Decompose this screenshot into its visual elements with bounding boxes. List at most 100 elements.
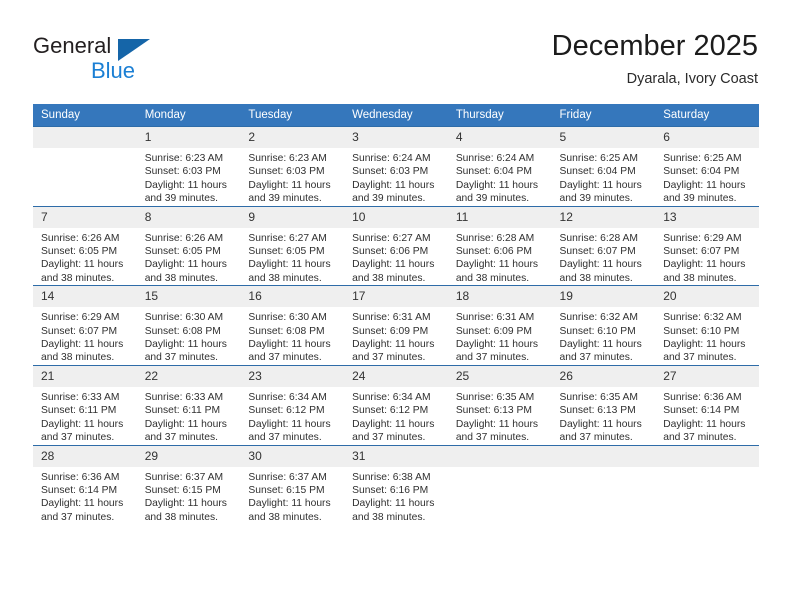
weekday-headers: Sunday Monday Tuesday Wednesday Thursday Frid…: [33, 104, 759, 127]
day-number: [655, 445, 759, 467]
sunset-time: Sunset: 6:10 PM: [663, 325, 740, 337]
calendar-day-cell[interactable]: 29 Sunrise: 6:37 AM Sunset: 6:15 PM Dayligh…: [136, 444, 241, 525]
location-subtitle: Dyarala, Ivory Coast: [626, 71, 758, 87]
sunset-time: Sunset: 6:06 PM: [455, 246, 532, 258]
sunset-time: Sunset: 6:09 PM: [352, 325, 429, 337]
day-details: Sunrise: 6:25 AM Sunset: 6:04 PM Daylight:…: [552, 148, 656, 206]
day-details: Sunrise: 6:26 AM Sunset: 6:05 PM Daylight:…: [33, 228, 137, 286]
daylight-duration: and 37 minutes.: [41, 432, 115, 444]
daylight-duration: Daylight: 11 hours: [559, 179, 642, 191]
sunrise-time: Sunrise: 6:34 AM: [248, 391, 327, 403]
calendar-day-cell[interactable]: 23 Sunrise: 6:34 AM Sunset: 6:12 PM Dayligh…: [240, 364, 345, 445]
calendar-day-cell[interactable]: 18 Sunrise: 6:31 AM Sunset: 6:09 PM Dayligh…: [447, 285, 552, 366]
calendar-day-cell[interactable]: 16 Sunrise: 6:30 AM Sunset: 6:08 PM Dayligh…: [240, 285, 345, 366]
calendar-day-cell[interactable]: 7 Sunrise: 6:26 AM Sunset: 6:05 PM Daylight…: [33, 205, 137, 286]
day-details: Sunrise: 6:23 AM Sunset: 6:03 PM Daylight:…: [240, 148, 344, 206]
daylight-duration: and 38 minutes.: [248, 272, 322, 284]
daylight-duration: Daylight: 11 hours: [352, 339, 435, 351]
calendar-day-cell[interactable]: 13 Sunrise: 6:29 AM Sunset: 6:07 PM Dayligh…: [655, 205, 759, 286]
calendar-week-row: 28 Sunrise: 6:36 AM Sunset: 6:14 PM Dayligh…: [33, 444, 759, 525]
day-number: 2: [240, 127, 345, 148]
day-number: 16: [240, 286, 345, 308]
daylight-duration: Daylight: 11 hours: [144, 259, 227, 271]
calendar-day-cell[interactable]: 3 Sunrise: 6:24 AM Sunset: 6:03 PM Daylight…: [344, 126, 448, 207]
calendar-day-cell[interactable]: 25 Sunrise: 6:35 AM Sunset: 6:13 PM Dayligh…: [447, 364, 552, 445]
daylight-duration: Daylight: 11 hours: [144, 418, 227, 430]
day-details: Sunrise: 6:36 AM Sunset: 6:14 PM Daylight:…: [655, 387, 759, 445]
sunrise-time: Sunrise: 6:33 AM: [41, 391, 120, 403]
page-title: December 2025: [551, 30, 758, 62]
calendar-day-cell[interactable]: 27 Sunrise: 6:36 AM Sunset: 6:14 PM Dayligh…: [655, 364, 759, 445]
calendar-day-cell[interactable]: 24 Sunrise: 6:34 AM Sunset: 6:12 PM Dayligh…: [344, 364, 448, 445]
sunrise-time: Sunrise: 6:31 AM: [352, 312, 431, 324]
sunset-time: Sunset: 6:12 PM: [352, 405, 429, 417]
calendar-day-cell[interactable]: 8 Sunrise: 6:26 AM Sunset: 6:05 PM Daylight…: [136, 205, 241, 286]
sunset-time: Sunset: 6:08 PM: [248, 325, 325, 337]
calendar-day-cell[interactable]: 6 Sunrise: 6:25 AM Sunset: 6:04 PM Daylight…: [655, 126, 759, 207]
sunrise-time: Sunrise: 6:27 AM: [352, 232, 431, 244]
daylight-duration: Daylight: 11 hours: [352, 418, 435, 430]
daylight-duration: Daylight: 11 hours: [455, 418, 539, 430]
daylight-duration: Daylight: 11 hours: [352, 259, 435, 271]
sunset-time: Sunset: 6:11 PM: [41, 405, 117, 417]
daylight-duration: Daylight: 11 hours: [559, 418, 642, 430]
general-blue-logo[interactable]: General Blue: [33, 33, 163, 85]
calendar-day-cell[interactable]: 30 Sunrise: 6:37 AM Sunset: 6:15 PM Dayligh…: [240, 444, 345, 525]
day-details: Sunrise: 6:24 AM Sunset: 6:03 PM Daylight:…: [344, 148, 448, 206]
calendar-day-cell[interactable]: 20 Sunrise: 6:32 AM Sunset: 6:10 PM Dayligh…: [655, 285, 759, 366]
day-number: 5: [551, 127, 656, 148]
sunrise-time: Sunrise: 6:33 AM: [144, 391, 224, 403]
calendar-day-cell[interactable]: 26 Sunrise: 6:35 AM Sunset: 6:13 PM Dayligh…: [551, 364, 656, 445]
day-details: Sunrise: 6:23 AM Sunset: 6:03 PM Daylight:…: [137, 148, 241, 206]
sunset-time: Sunset: 6:15 PM: [144, 484, 221, 496]
daylight-duration: and 37 minutes.: [41, 511, 115, 523]
sunset-time: Sunset: 6:03 PM: [248, 166, 325, 178]
calendar-day-cell[interactable]: 22 Sunrise: 6:33 AM Sunset: 6:11 PM Dayligh…: [136, 364, 241, 445]
day-details: Sunrise: 6:28 AM Sunset: 6:07 PM Daylight:…: [552, 228, 656, 286]
sunrise-time: Sunrise: 6:23 AM: [144, 153, 224, 164]
day-number: 28: [33, 445, 137, 467]
sunrise-time: Sunrise: 6:26 AM: [41, 232, 120, 244]
sunset-time: Sunset: 6:15 PM: [248, 484, 325, 496]
calendar-day-cell[interactable]: 4 Sunrise: 6:24 AM Sunset: 6:04 PM Daylight…: [447, 126, 552, 207]
day-details: Sunrise: 6:34 AM Sunset: 6:12 PM Daylight:…: [240, 387, 344, 445]
calendar-body: 1 Sunrise: 6:23 AM Sunset: 6:03 PM Daylight…: [33, 126, 759, 525]
calendar-day-cell[interactable]: 15 Sunrise: 6:30 AM Sunset: 6:08 PM Dayligh…: [136, 285, 241, 366]
day-number: 21: [33, 365, 137, 387]
sunrise-time: Sunrise: 6:36 AM: [663, 391, 742, 403]
day-number: 17: [344, 286, 448, 308]
day-details: Sunrise: 6:37 AM Sunset: 6:15 PM Daylight:…: [137, 467, 241, 525]
daylight-duration: and 37 minutes.: [248, 352, 322, 364]
calendar-day-cell[interactable]: 17 Sunrise: 6:31 AM Sunset: 6:09 PM Dayligh…: [344, 285, 448, 366]
calendar-day-cell[interactable]: 2 Sunrise: 6:23 AM Sunset: 6:03 PM Daylight…: [240, 126, 345, 207]
day-details: Sunrise: 6:37 AM Sunset: 6:15 PM Daylight:…: [240, 467, 344, 525]
logo-text-blue: Blue: [91, 58, 136, 83]
daylight-duration: and 37 minutes.: [663, 432, 737, 444]
calendar-day-cell[interactable]: 19 Sunrise: 6:32 AM Sunset: 6:10 PM Dayligh…: [551, 285, 656, 366]
calendar-day-cell[interactable]: 31 Sunrise: 6:38 AM Sunset: 6:16 PM Dayligh…: [344, 444, 448, 525]
calendar-day-cell[interactable]: 1 Sunrise: 6:23 AM Sunset: 6:03 PM Daylight…: [136, 126, 241, 207]
calendar-day-cell[interactable]: 11 Sunrise: 6:28 AM Sunset: 6:06 PM Dayligh…: [447, 205, 552, 286]
calendar-week-row: 21 Sunrise: 6:33 AM Sunset: 6:11 PM Dayligh…: [33, 364, 759, 445]
sunrise-time: Sunrise: 6:34 AM: [352, 391, 431, 403]
daylight-duration: Daylight: 11 hours: [41, 418, 124, 430]
day-details: Sunrise: 6:25 AM Sunset: 6:04 PM Daylight:…: [655, 148, 759, 206]
daylight-duration: and 37 minutes.: [455, 432, 530, 444]
daylight-duration: and 37 minutes.: [559, 352, 633, 364]
day-number: 8: [136, 206, 241, 228]
calendar-day-cell[interactable]: 10 Sunrise: 6:27 AM Sunset: 6:06 PM Dayligh…: [344, 205, 448, 286]
calendar-day-cell[interactable]: 5 Sunrise: 6:25 AM Sunset: 6:04 PM Daylight…: [551, 126, 656, 207]
daylight-duration: and 39 minutes.: [559, 193, 633, 205]
daylight-duration: and 39 minutes.: [352, 193, 426, 205]
daylight-duration: and 39 minutes.: [144, 193, 218, 205]
calendar-day-cell[interactable]: 9 Sunrise: 6:27 AM Sunset: 6:05 PM Daylight…: [240, 205, 345, 286]
daylight-duration: Daylight: 11 hours: [41, 498, 124, 510]
calendar-day-cell[interactable]: 12 Sunrise: 6:28 AM Sunset: 6:07 PM Dayligh…: [551, 205, 656, 286]
daylight-duration: and 37 minutes.: [248, 432, 322, 444]
calendar-day-cell[interactable]: 28 Sunrise: 6:36 AM Sunset: 6:14 PM Dayligh…: [33, 444, 137, 525]
daylight-duration: Daylight: 11 hours: [144, 179, 227, 191]
calendar-day-cell[interactable]: 21 Sunrise: 6:33 AM Sunset: 6:11 PM Dayligh…: [33, 364, 137, 445]
weekday-header-wednesday: Wednesday: [344, 104, 448, 127]
calendar-day-cell[interactable]: 14 Sunrise: 6:29 AM Sunset: 6:07 PM Dayligh…: [33, 285, 137, 366]
sunrise-time: Sunrise: 6:35 AM: [455, 391, 535, 403]
